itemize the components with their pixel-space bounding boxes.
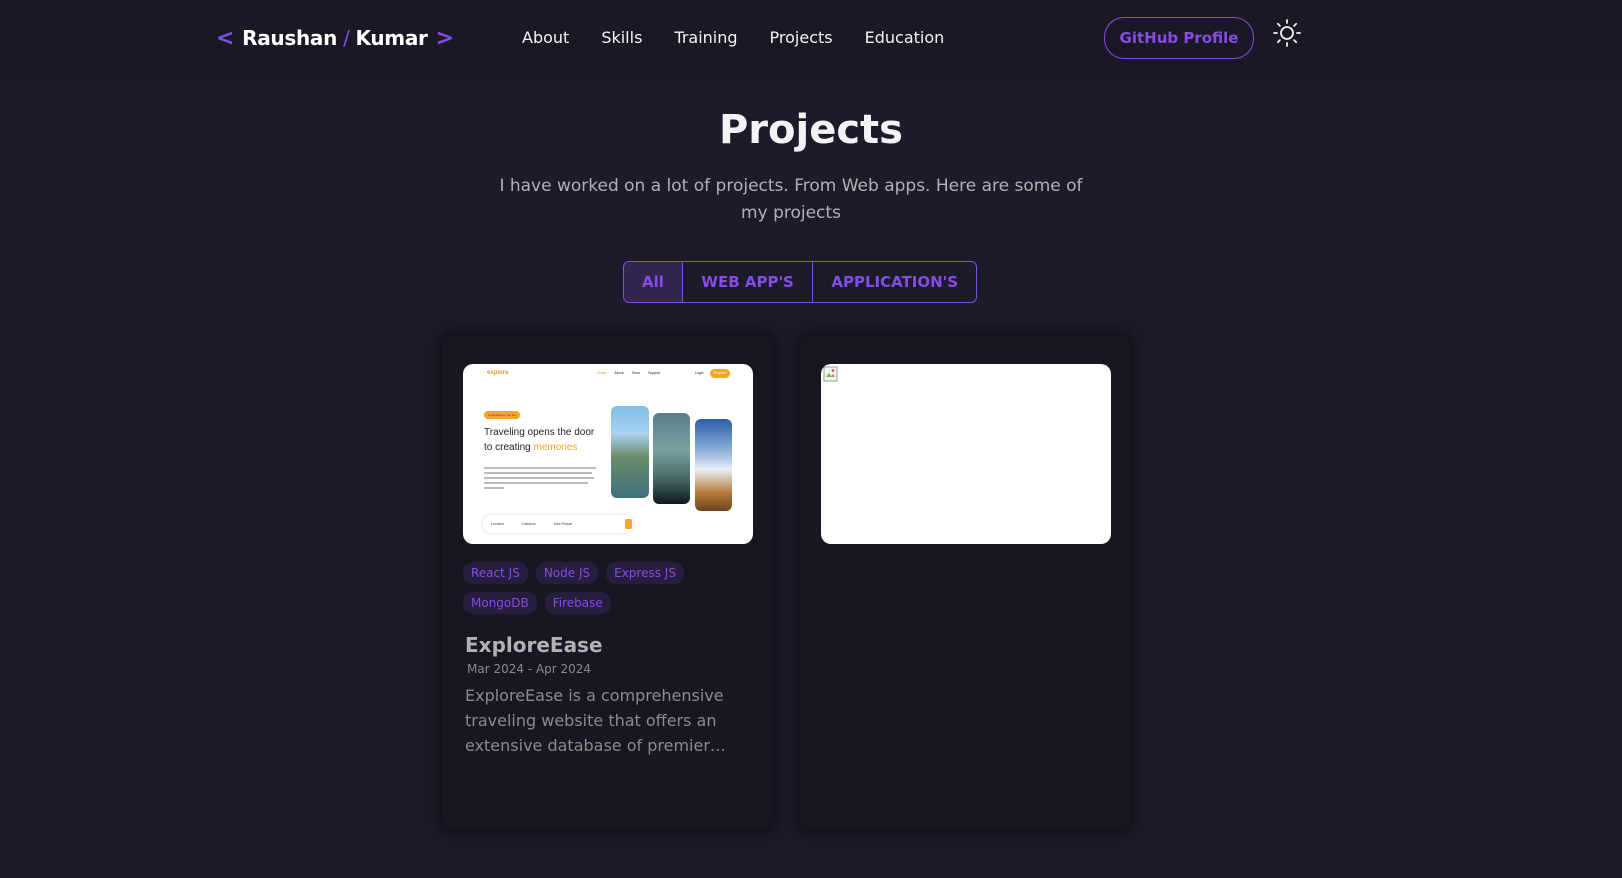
preview-headline-1: Traveling opens the door [484, 427, 595, 438]
preview-search-field: Distance [522, 522, 536, 526]
logo-close-bracket: > [435, 25, 454, 51]
tag: MongoDB [463, 592, 537, 614]
preview-badge: Know Before You Go [484, 411, 520, 419]
preview-headline-2: to creating memories [484, 442, 577, 453]
github-profile-button[interactable]: GitHub Profile [1104, 17, 1254, 59]
navbar: < Raushan / Kumar > About Skills Trainin… [0, 0, 1622, 76]
page-description: I have worked on a lot of projects. From… [499, 176, 1083, 223]
logo[interactable]: < Raushan / Kumar > [216, 22, 454, 54]
project-title: ExploreEase [465, 633, 603, 657]
tag: Firebase [544, 592, 611, 614]
preview-search-bar: Location Distance Max People [483, 515, 633, 533]
project-card[interactable]: explore Home About Tours Support Login R… [442, 335, 772, 830]
preview-nav-item: Support [648, 371, 661, 375]
project-preview-image [821, 364, 1111, 544]
preview-paragraph [484, 467, 596, 489]
preview-photo-3 [695, 419, 732, 511]
project-date: Mar 2024 - Apr 2024 [467, 662, 592, 676]
filter-applications-button[interactable]: APPLICATION'S [813, 262, 976, 302]
preview-headline-2a: to creating [484, 442, 531, 453]
tag: Express JS [606, 562, 684, 584]
preview-nav-item: Tours [631, 371, 641, 375]
preview-search-field: Max People [553, 522, 573, 526]
nav-link-training[interactable]: Training [674, 25, 737, 51]
nav-link-about[interactable]: About [522, 25, 569, 51]
logo-slash: / [343, 26, 350, 50]
project-card[interactable] [800, 335, 1130, 830]
preview-login: Login [695, 371, 704, 375]
tag: Node JS [535, 562, 599, 584]
nav-link-education[interactable]: Education [865, 25, 945, 51]
logo-open-bracket: < [216, 25, 235, 51]
preview-headline-2b: memories [533, 442, 578, 453]
project-description: ExploreEase is a comprehensive traveling… [465, 686, 724, 755]
tag: React JS [463, 562, 528, 584]
filter-all-button[interactable]: All [624, 262, 682, 302]
preview-nav-item: About [614, 371, 624, 375]
tag-list: React JS Node JS Express JS MongoDB Fire… [463, 562, 763, 614]
preview-photo-1 [611, 406, 649, 498]
logo-last-name: Kumar [355, 26, 428, 50]
preview-logo: explore [487, 370, 509, 376]
page-title: Projects [718, 107, 903, 153]
preview-search-field: Location [491, 522, 505, 526]
nav-link-projects[interactable]: Projects [770, 25, 833, 51]
logo-first-name: Raushan [242, 26, 338, 50]
filter-toggle-group: All WEB APP'S APPLICATION'S [623, 261, 978, 303]
preview-search-button [625, 519, 632, 529]
filter-web-apps-button[interactable]: WEB APP'S [683, 262, 811, 302]
preview-nav-item: Home [597, 371, 607, 375]
project-preview-image: explore Home About Tours Support Login R… [463, 364, 753, 544]
sun-icon[interactable] [1272, 18, 1302, 48]
nav-links: About Skills Training Projects Education [522, 25, 976, 51]
broken-image-icon [823, 366, 838, 382]
preview-nav: Home About Tours Support [597, 371, 660, 375]
preview-photo-2 [653, 413, 690, 504]
preview-signup: Register [710, 369, 730, 378]
nav-link-skills[interactable]: Skills [601, 25, 642, 51]
